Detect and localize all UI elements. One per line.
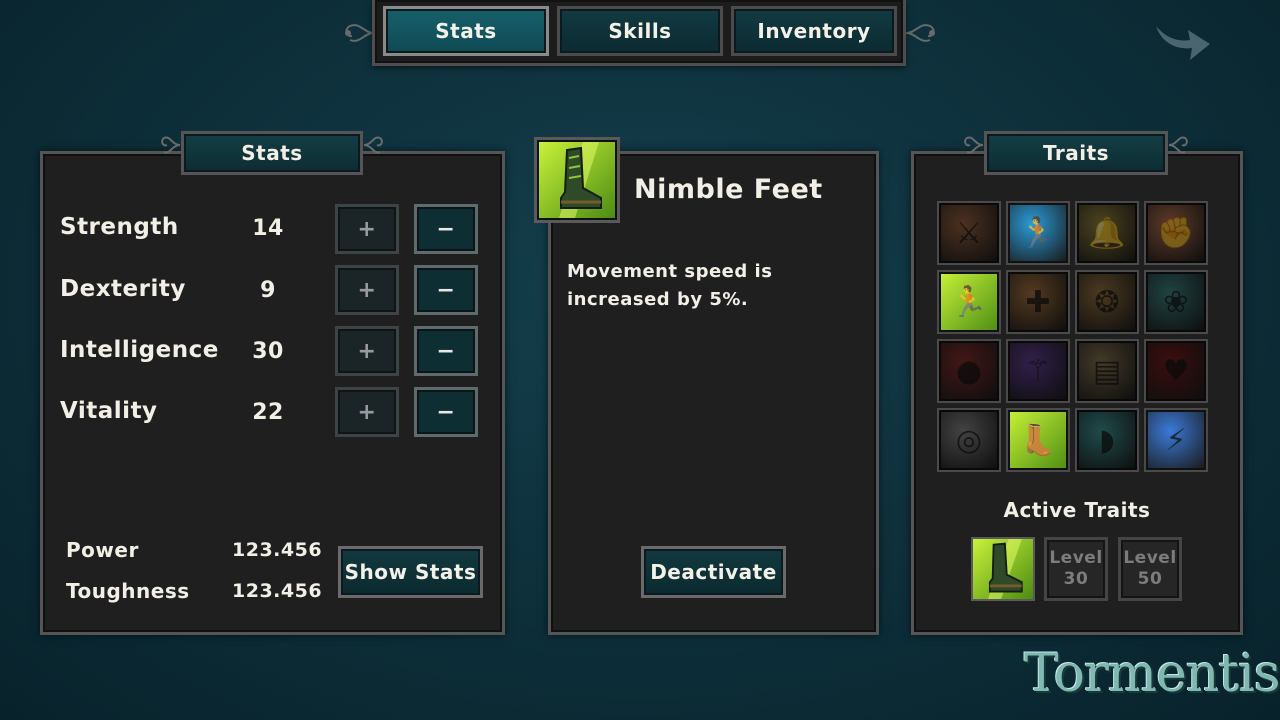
cards-icon: ▤ [1092, 353, 1122, 389]
swirl-lock-icon: ❂ [1094, 284, 1120, 320]
trait-slot[interactable]: ◎ [937, 408, 1001, 472]
stat-label-strength: Strength [60, 214, 179, 240]
boot-icon [539, 142, 615, 218]
selected-trait-description: Movement speed is increased by 5%. [567, 261, 773, 310]
dexterity-minus-button[interactable]: − [414, 265, 478, 315]
flexed-arm-icon: ✊ [1157, 215, 1195, 251]
left-filigree-ornament [345, 24, 375, 42]
trait-slot[interactable]: ▤ [1075, 339, 1139, 403]
boot-icon: 👢 [1019, 422, 1057, 458]
locked-slot-level-50: Level 50 [1118, 537, 1182, 601]
dexterity-plus-button[interactable]: + [335, 265, 399, 315]
selected-trait-icon-frame [534, 137, 620, 223]
stat-label-dexterity: Dexterity [60, 276, 186, 302]
stats-panel-title: Stats [181, 131, 363, 175]
trait-slot[interactable]: 🏃 [1006, 201, 1070, 265]
locked-slot-level-30: Level 30 [1044, 537, 1108, 601]
trait-slot[interactable]: ⚡ [1144, 408, 1208, 472]
staff-hand-icon: ⚚ [1024, 353, 1052, 389]
summary-value-power: 123.456 [232, 539, 323, 561]
vortex-icon: ◎ [955, 422, 983, 458]
apple-icon: ● [955, 353, 983, 389]
trait-slot[interactable]: 🔔 [1075, 201, 1139, 265]
lightning-sword-icon: ⚡ [1165, 422, 1187, 458]
stats-header-right-ornament [363, 136, 383, 154]
show-stats-button[interactable]: Show Stats [338, 546, 483, 598]
locked-slot-label: Level [1049, 547, 1103, 568]
trait-slot[interactable]: 🏃 [937, 270, 1001, 334]
locked-slot-level: 30 [1063, 569, 1089, 589]
trait-slot[interactable]: ❀ [1144, 270, 1208, 334]
intelligence-plus-button[interactable]: + [335, 326, 399, 376]
tab-inventory[interactable]: Inventory [731, 6, 897, 56]
trait-slot[interactable]: ✚ [1006, 270, 1070, 334]
stat-value-vitality: 22 [252, 400, 284, 425]
stat-value-strength: 14 [252, 216, 284, 241]
trait-slot[interactable]: ⚔ [937, 201, 1001, 265]
bell-icon: 🔔 [1088, 215, 1126, 251]
selected-trait-title: Nimble Feet [634, 174, 823, 205]
leaping-figure-icon: 🏃 [1019, 215, 1057, 251]
cross-shield-icon: ✚ [1025, 284, 1051, 320]
traits-panel-title: Traits [984, 131, 1168, 175]
right-filigree-ornament [905, 24, 935, 42]
boot-icon [973, 539, 1033, 599]
trait-slot[interactable]: ⚚ [1006, 339, 1070, 403]
tab-stats[interactable]: Stats [383, 6, 549, 56]
stat-label-intelligence: Intelligence [60, 337, 219, 363]
summary-value-toughness: 123.456 [232, 580, 323, 602]
active-traits-title: Active Traits [1003, 498, 1151, 522]
active-trait-slot-1[interactable] [971, 537, 1035, 601]
summary-label-power: Power [66, 538, 139, 562]
stats-header-left-ornament [161, 136, 181, 154]
strength-minus-button[interactable]: − [414, 204, 478, 254]
strength-plus-button[interactable]: + [335, 204, 399, 254]
stat-value-intelligence: 30 [252, 339, 284, 364]
curved-arrow-icon[interactable] [1152, 18, 1214, 68]
deactivate-button[interactable]: Deactivate [641, 546, 786, 598]
intelligence-minus-button[interactable]: − [414, 326, 478, 376]
trait-slot[interactable]: ◗ [1075, 408, 1139, 472]
trait-slot[interactable]: ♥ [1144, 339, 1208, 403]
game-logo: Tormentis [1024, 644, 1280, 704]
trait-slot[interactable]: ● [937, 339, 1001, 403]
blade-icon: ◗ [1099, 422, 1115, 458]
trait-slot[interactable]: ❂ [1075, 270, 1139, 334]
crossed-swords-icon: ⚔ [955, 215, 983, 251]
vitality-plus-button[interactable]: + [335, 387, 399, 437]
stat-value-dexterity: 9 [260, 278, 276, 303]
heart-sigil-icon: ♥ [1162, 353, 1190, 389]
vitality-minus-button[interactable]: − [414, 387, 478, 437]
tab-bar: Stats Skills Inventory [372, 0, 906, 66]
stat-label-vitality: Vitality [60, 398, 158, 424]
locked-slot-level: 50 [1137, 569, 1163, 589]
traits-header-left-ornament [964, 136, 984, 154]
traits-header-right-ornament [1168, 136, 1188, 154]
trait-slot[interactable]: 👢 [1006, 408, 1070, 472]
tab-skills[interactable]: Skills [557, 6, 723, 56]
running-figure-icon: 🏃 [950, 284, 988, 320]
trait-slot[interactable]: ✊ [1144, 201, 1208, 265]
locked-slot-label: Level [1123, 547, 1177, 568]
summary-label-toughness: Toughness [66, 579, 190, 603]
paw-icon: ❀ [1163, 284, 1189, 320]
